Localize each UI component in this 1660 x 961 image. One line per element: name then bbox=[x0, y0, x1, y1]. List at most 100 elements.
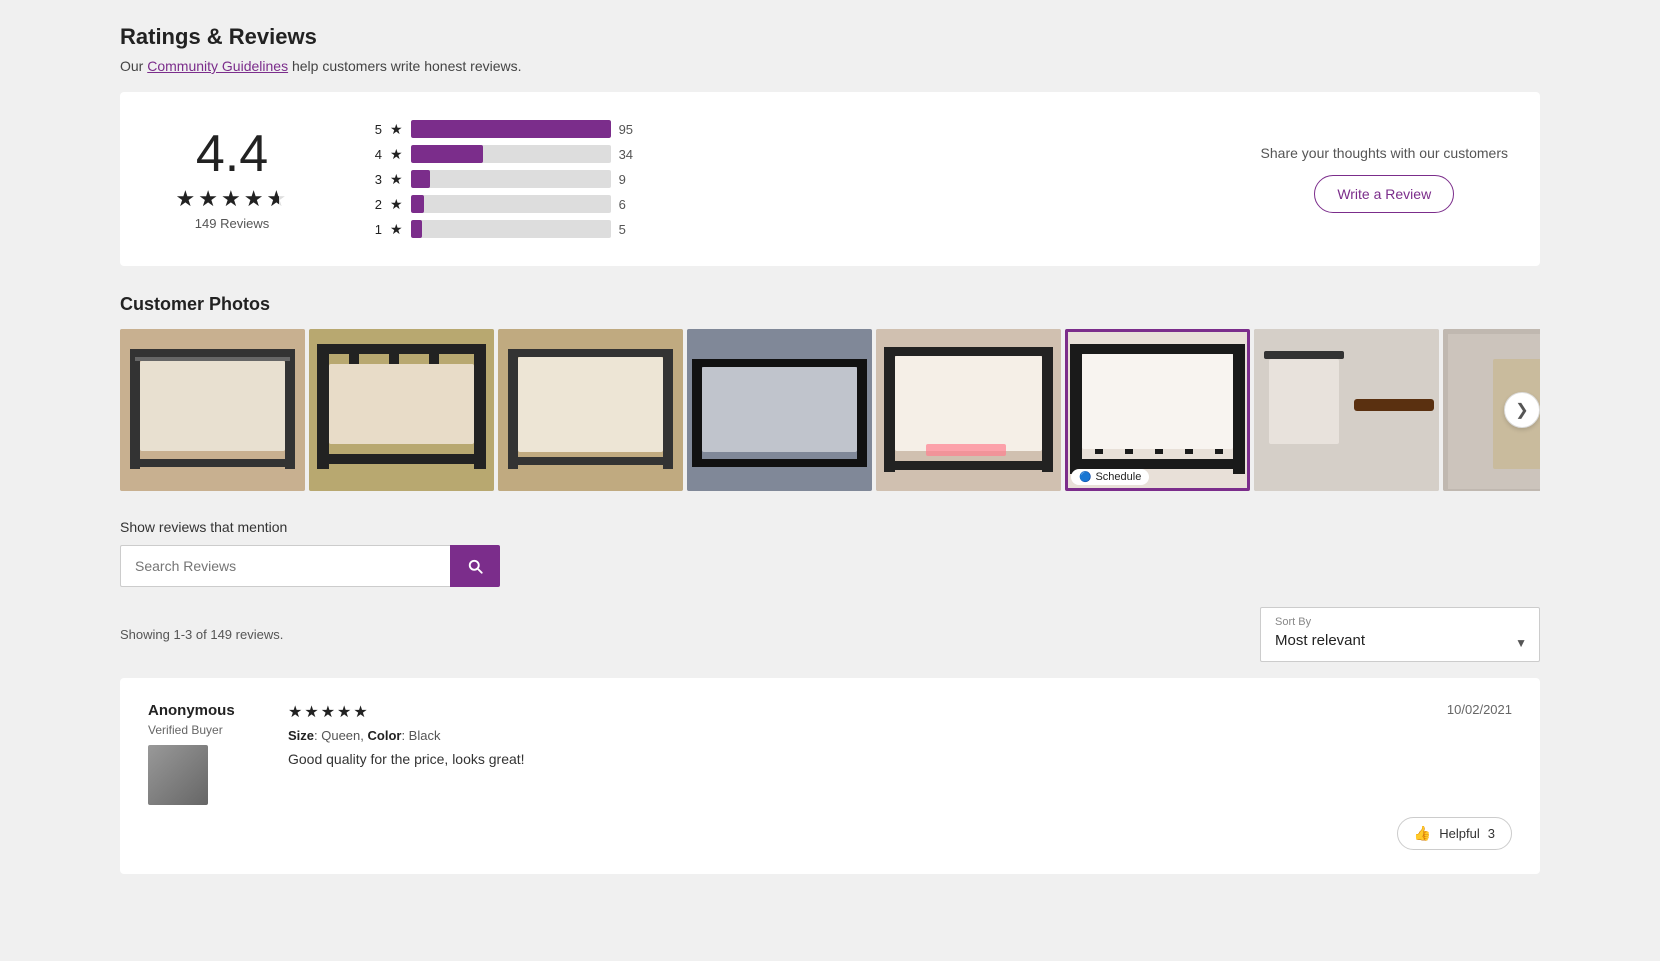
sort-select[interactable]: Most relevant Most recent Most helpful H… bbox=[1261, 628, 1539, 657]
photos-next-button[interactable]: ❯ bbox=[1504, 392, 1540, 428]
overall-rating: 4.4 ★ ★ ★ ★ ★ ★ 149 Reviews bbox=[152, 128, 312, 231]
hist-star-label: 5 bbox=[372, 122, 382, 137]
hist-bar-fill bbox=[411, 195, 424, 213]
rev-star-5: ★ bbox=[353, 702, 367, 722]
review-attributes: Size: Queen, Color: Black bbox=[288, 728, 1407, 743]
sort-select-container: Most relevant Most recent Most helpful H… bbox=[1261, 628, 1539, 657]
star-3: ★ bbox=[221, 186, 241, 212]
histogram-row-5: 5 ★ 95 bbox=[372, 120, 1201, 138]
rating-histogram: 5 ★ 95 4 ★ 34 3 ★ 9 2 ★ 6 1 ★ 5 bbox=[372, 120, 1201, 238]
review-stars: ★ ★ ★ ★ ★ bbox=[288, 702, 1407, 722]
verified-badge: Verified Buyer bbox=[148, 723, 288, 737]
thumbs-up-icon: 👍 bbox=[1414, 825, 1431, 842]
write-review-section: Share your thoughts with our customers W… bbox=[1261, 145, 1508, 213]
sort-label: Sort By bbox=[1261, 612, 1539, 628]
hist-count: 6 bbox=[619, 197, 639, 212]
hist-star-label: 4 bbox=[372, 147, 382, 162]
hist-bar-fill bbox=[411, 220, 422, 238]
star-1: ★ bbox=[176, 186, 196, 212]
search-button[interactable] bbox=[450, 545, 500, 587]
reviewer-info: Anonymous Verified Buyer bbox=[148, 702, 288, 805]
photo-thumb-1[interactable] bbox=[120, 329, 305, 491]
overlay-text: Schedule bbox=[1095, 471, 1141, 483]
search-section: Show reviews that mention bbox=[120, 519, 1540, 587]
sort-wrapper: Sort By Most relevant Most recent Most h… bbox=[1260, 607, 1540, 662]
photo-thumb-3[interactable] bbox=[498, 329, 683, 491]
write-review-prompt: Share your thoughts with our customers bbox=[1261, 145, 1508, 161]
color-val: : Black bbox=[401, 728, 440, 743]
hist-count: 34 bbox=[619, 147, 639, 162]
rev-star-2: ★ bbox=[304, 702, 318, 722]
helpful-label: Helpful bbox=[1439, 826, 1479, 841]
rating-number: 4.4 bbox=[196, 128, 268, 180]
size-sep: : Queen, bbox=[314, 728, 367, 743]
star-5-half: ★ ★ bbox=[266, 186, 288, 212]
photo-thumb-5[interactable] bbox=[876, 329, 1061, 491]
helpful-count: 3 bbox=[1488, 826, 1495, 841]
hist-bar-bg bbox=[411, 170, 611, 188]
hist-count: 95 bbox=[619, 122, 639, 137]
hist-bar-fill bbox=[411, 145, 483, 163]
hist-star-icon: ★ bbox=[390, 196, 403, 213]
sort-row: Showing 1-3 of 149 reviews. Sort By Most… bbox=[120, 607, 1540, 662]
sort-container: Sort By Most relevant Most recent Most h… bbox=[1260, 607, 1540, 662]
hist-count: 5 bbox=[619, 222, 639, 237]
review-card: Anonymous Verified Buyer ★ ★ ★ ★ ★ Size:… bbox=[120, 678, 1540, 874]
review-footer: 👍 Helpful 3 bbox=[148, 817, 1512, 850]
hist-bar-bg bbox=[411, 220, 611, 238]
review-date: 10/02/2021 bbox=[1447, 702, 1512, 717]
search-icon bbox=[466, 557, 484, 575]
show-reviews-label: Show reviews that mention bbox=[120, 519, 1540, 535]
review-text: Good quality for the price, looks great! bbox=[288, 751, 1407, 767]
community-line: Our Community Guidelines help customers … bbox=[120, 58, 1540, 74]
hist-star-label: 2 bbox=[372, 197, 382, 212]
rev-star-1: ★ bbox=[288, 702, 302, 722]
histogram-row-1: 1 ★ 5 bbox=[372, 220, 1201, 238]
rating-stars: ★ ★ ★ ★ ★ ★ bbox=[176, 186, 289, 212]
hist-count: 9 bbox=[619, 172, 639, 187]
rating-summary-card: 4.4 ★ ★ ★ ★ ★ ★ 149 Reviews 5 ★ 95 4 ★ bbox=[120, 92, 1540, 266]
search-row bbox=[120, 545, 500, 587]
review-top-row: Anonymous Verified Buyer ★ ★ ★ ★ ★ Size:… bbox=[148, 702, 1512, 805]
review-thumbnail bbox=[148, 745, 208, 805]
customer-photos-section: Customer Photos 🔵 Schedule ❯ bbox=[120, 294, 1540, 491]
schedule-icon: 🔵 bbox=[1079, 472, 1091, 483]
showing-text: Showing 1-3 of 149 reviews. bbox=[120, 627, 283, 642]
write-review-button[interactable]: Write a Review bbox=[1314, 175, 1454, 213]
hist-star-icon: ★ bbox=[390, 146, 403, 163]
histogram-row-4: 4 ★ 34 bbox=[372, 145, 1201, 163]
photo-thumb-2[interactable] bbox=[309, 329, 494, 491]
hist-star-icon: ★ bbox=[390, 221, 403, 238]
photos-row: 🔵 Schedule ❯ bbox=[120, 329, 1540, 491]
photo-overlay: 🔵 Schedule bbox=[1071, 469, 1149, 485]
hist-bar-bg bbox=[411, 120, 611, 138]
hist-bar-fill bbox=[411, 120, 611, 138]
hist-bar-bg bbox=[411, 195, 611, 213]
histogram-row-2: 2 ★ 6 bbox=[372, 195, 1201, 213]
page-title: Ratings & Reviews bbox=[120, 24, 1540, 50]
hist-bar-bg bbox=[411, 145, 611, 163]
photo-thumb-7[interactable] bbox=[1254, 329, 1439, 491]
review-count: 149 Reviews bbox=[195, 216, 269, 231]
hist-bar-fill bbox=[411, 170, 430, 188]
review-body: ★ ★ ★ ★ ★ Size: Queen, Color: Black Good… bbox=[288, 702, 1407, 767]
rev-star-4: ★ bbox=[337, 702, 351, 722]
star-4: ★ bbox=[244, 186, 264, 212]
hist-star-icon: ★ bbox=[390, 121, 403, 138]
photo-thumb-4[interactable] bbox=[687, 329, 872, 491]
customer-photos-title: Customer Photos bbox=[120, 294, 1540, 315]
helpful-button[interactable]: 👍 Helpful 3 bbox=[1397, 817, 1512, 850]
search-input[interactable] bbox=[120, 545, 450, 587]
reviews-list: Anonymous Verified Buyer ★ ★ ★ ★ ★ Size:… bbox=[120, 678, 1540, 874]
rev-star-3: ★ bbox=[321, 702, 335, 722]
star-2: ★ bbox=[198, 186, 218, 212]
photo-thumb-6[interactable]: 🔵 Schedule bbox=[1065, 329, 1250, 491]
community-guidelines-link[interactable]: Community Guidelines bbox=[147, 58, 288, 74]
hist-star-label: 3 bbox=[372, 172, 382, 187]
community-prefix: Our bbox=[120, 58, 147, 74]
histogram-row-3: 3 ★ 9 bbox=[372, 170, 1201, 188]
reviewer-name: Anonymous bbox=[148, 702, 288, 719]
color-label: Color bbox=[368, 728, 402, 743]
community-suffix: help customers write honest reviews. bbox=[288, 58, 521, 74]
hist-star-label: 1 bbox=[372, 222, 382, 237]
